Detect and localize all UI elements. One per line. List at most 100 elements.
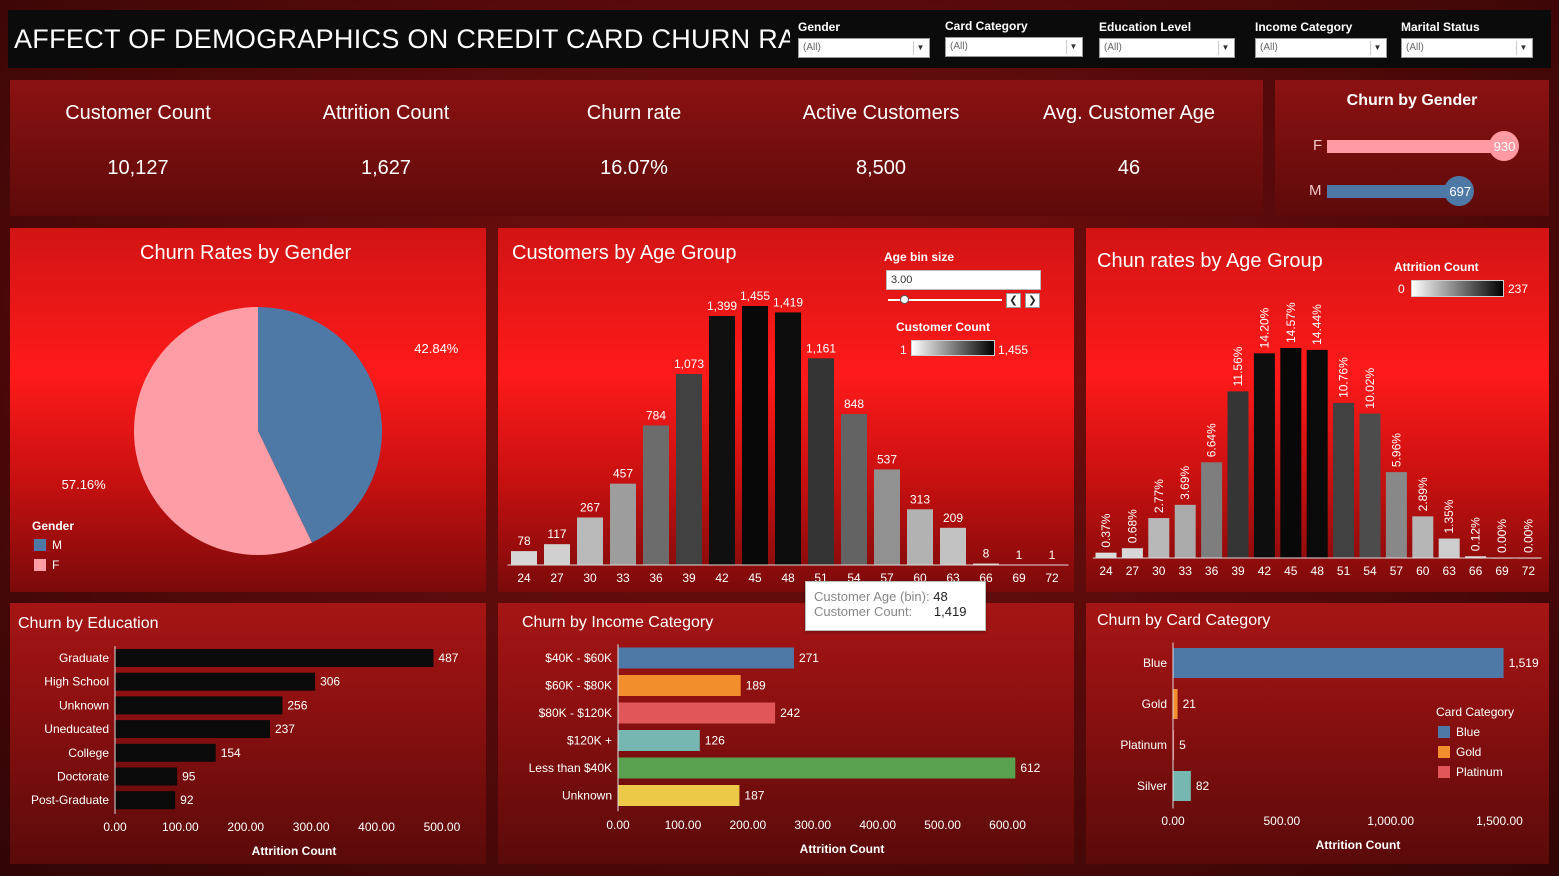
bar-60 [1412, 516, 1434, 558]
data-label: 117 [547, 527, 566, 541]
gender-select[interactable]: (All) ▼ [798, 38, 930, 58]
churn-by-gender-summary: Churn by Gender F 930 M 697 [1275, 80, 1549, 216]
chevron-down-icon[interactable]: ▼ [913, 41, 927, 55]
customer-count-legend-title: Customer Count [896, 320, 990, 334]
data-label: 256 [287, 698, 307, 712]
category-label: Unknown [59, 698, 109, 712]
x-tick-label: 24 [1099, 564, 1113, 578]
attrition-min: 0 [1398, 282, 1405, 296]
select-value: (All) [950, 41, 968, 52]
chevron-down-icon[interactable]: ▼ [1370, 41, 1384, 55]
category-label: $60K - $80K [545, 679, 612, 693]
gender-label-f: F [1313, 137, 1323, 154]
filter-gender[interactable]: Gender (All) ▼ [798, 20, 932, 58]
x-tick-label: 27 [550, 571, 564, 585]
filter-education-level[interactable]: Education Level (All) ▼ [1099, 20, 1235, 58]
bar-blue [1173, 648, 1504, 678]
data-label: 612 [1020, 761, 1040, 775]
x-tick-label: 42 [715, 571, 729, 585]
income-category-select[interactable]: (All) ▼ [1255, 38, 1387, 58]
pie-label: 57.16% [62, 477, 107, 492]
data-label: 14.20% [1257, 307, 1271, 348]
data-label: 271 [799, 651, 819, 665]
attrition-gradient [1411, 280, 1504, 297]
filter-card-category[interactable]: Card Category (All) ▼ [945, 19, 1083, 57]
card-category-select[interactable]: (All) ▼ [945, 37, 1083, 57]
x-tick-label: 0.00 [103, 820, 127, 834]
legend-item-f[interactable]: F [34, 558, 59, 572]
chevron-down-icon[interactable]: ▼ [1066, 40, 1080, 54]
kpi-panel: Customer Count 10,127 Attrition Count 1,… [10, 80, 1263, 216]
data-label: 2.89% [1416, 477, 1430, 511]
bar-24 [511, 551, 537, 565]
bar-42 [1253, 353, 1275, 558]
x-tick-label: 0.00 [606, 818, 630, 832]
kpi-value: 8,500 [855, 157, 907, 179]
data-label: 242 [780, 706, 800, 720]
tooltip-value: 1,419 [933, 604, 967, 619]
data-label: 14.57% [1284, 302, 1298, 343]
legend-item-platinum[interactable]: Platinum [1438, 765, 1503, 779]
select-value: (All) [803, 42, 821, 53]
bar-silver [1173, 771, 1191, 801]
chevron-right-icon[interactable]: ❯ [1025, 293, 1040, 308]
education-level-select[interactable]: (All) ▼ [1099, 38, 1235, 58]
gender-bar-m[interactable] [1327, 185, 1460, 198]
data-label: 1 [1049, 548, 1056, 562]
legend-item-gold[interactable]: Gold [1438, 745, 1481, 759]
bar-30 [1148, 518, 1170, 558]
x-tick-label: 54 [1363, 564, 1377, 578]
bar-27 [544, 544, 570, 565]
category-label: Unknown [562, 789, 612, 803]
filter-marital-status[interactable]: Marital Status (All) ▼ [1401, 20, 1535, 58]
data-label: 0.68% [1125, 509, 1139, 543]
category-label: Doctorate [57, 770, 109, 784]
x-tick-label: 400.00 [358, 820, 395, 834]
data-label: 0.00% [1495, 519, 1509, 553]
data-label: 5.96% [1389, 433, 1403, 467]
x-tick-label: 500.00 [424, 820, 461, 834]
filter-bar: Gender (All) ▼ Card Category (All) ▼ Educa… [790, 10, 1551, 68]
bar-45 [742, 306, 768, 565]
filter-label: Income Category [1255, 20, 1353, 34]
bar-unknown [115, 696, 283, 715]
data-label: 1,073 [674, 357, 704, 371]
bar-57 [1385, 472, 1407, 558]
bar--40k-60k [618, 647, 794, 669]
data-label: 784 [646, 408, 666, 422]
data-label: 0.12% [1469, 517, 1483, 551]
chevron-down-icon[interactable]: ▼ [1516, 41, 1530, 55]
bin-slider-handle[interactable] [900, 295, 909, 304]
x-tick-label: 48 [781, 571, 795, 585]
x-tick-label: 33 [616, 571, 630, 585]
bar-57 [874, 469, 900, 565]
age-bin-input[interactable]: 3.00 [886, 270, 1041, 290]
kpi-label: Customer Count [65, 102, 211, 124]
churn-by-education-chart: Graduate 487 High School 306 Unknown 256 Unedu… [31, 646, 461, 858]
data-label: 0.00% [1521, 519, 1535, 553]
data-label: 8 [983, 547, 990, 561]
legend-item-blue[interactable]: Blue [1438, 725, 1480, 739]
data-label: 1,419 [773, 295, 803, 309]
x-tick-label: 1,500.00 [1476, 814, 1523, 828]
bar-51 [808, 358, 834, 565]
x-tick-label: 63 [1443, 564, 1457, 578]
x-tick-label: 36 [1205, 564, 1219, 578]
category-label: Gold [1142, 697, 1167, 711]
x-tick-label: 27 [1126, 564, 1140, 578]
gender-label-m: M [1309, 182, 1322, 199]
bar-graduate [115, 649, 434, 667]
chevron-left-icon[interactable]: ❮ [1006, 293, 1021, 308]
legend-label: F [52, 558, 60, 572]
data-label: 457 [613, 467, 633, 481]
legend-item-m[interactable]: M [34, 538, 62, 552]
marital-status-select[interactable]: (All) ▼ [1401, 38, 1533, 58]
legend-label: Blue [1456, 725, 1481, 739]
x-tick-label: 500.00 [1263, 814, 1300, 828]
kpi-value: 46 [1117, 157, 1141, 179]
gender-bar-f[interactable] [1327, 140, 1504, 153]
data-label: 14.44% [1310, 304, 1324, 345]
filter-income-category[interactable]: Income Category (All) ▼ [1255, 20, 1389, 58]
chevron-down-icon[interactable]: ▼ [1218, 41, 1232, 55]
x-tick-label: 100.00 [162, 820, 199, 834]
